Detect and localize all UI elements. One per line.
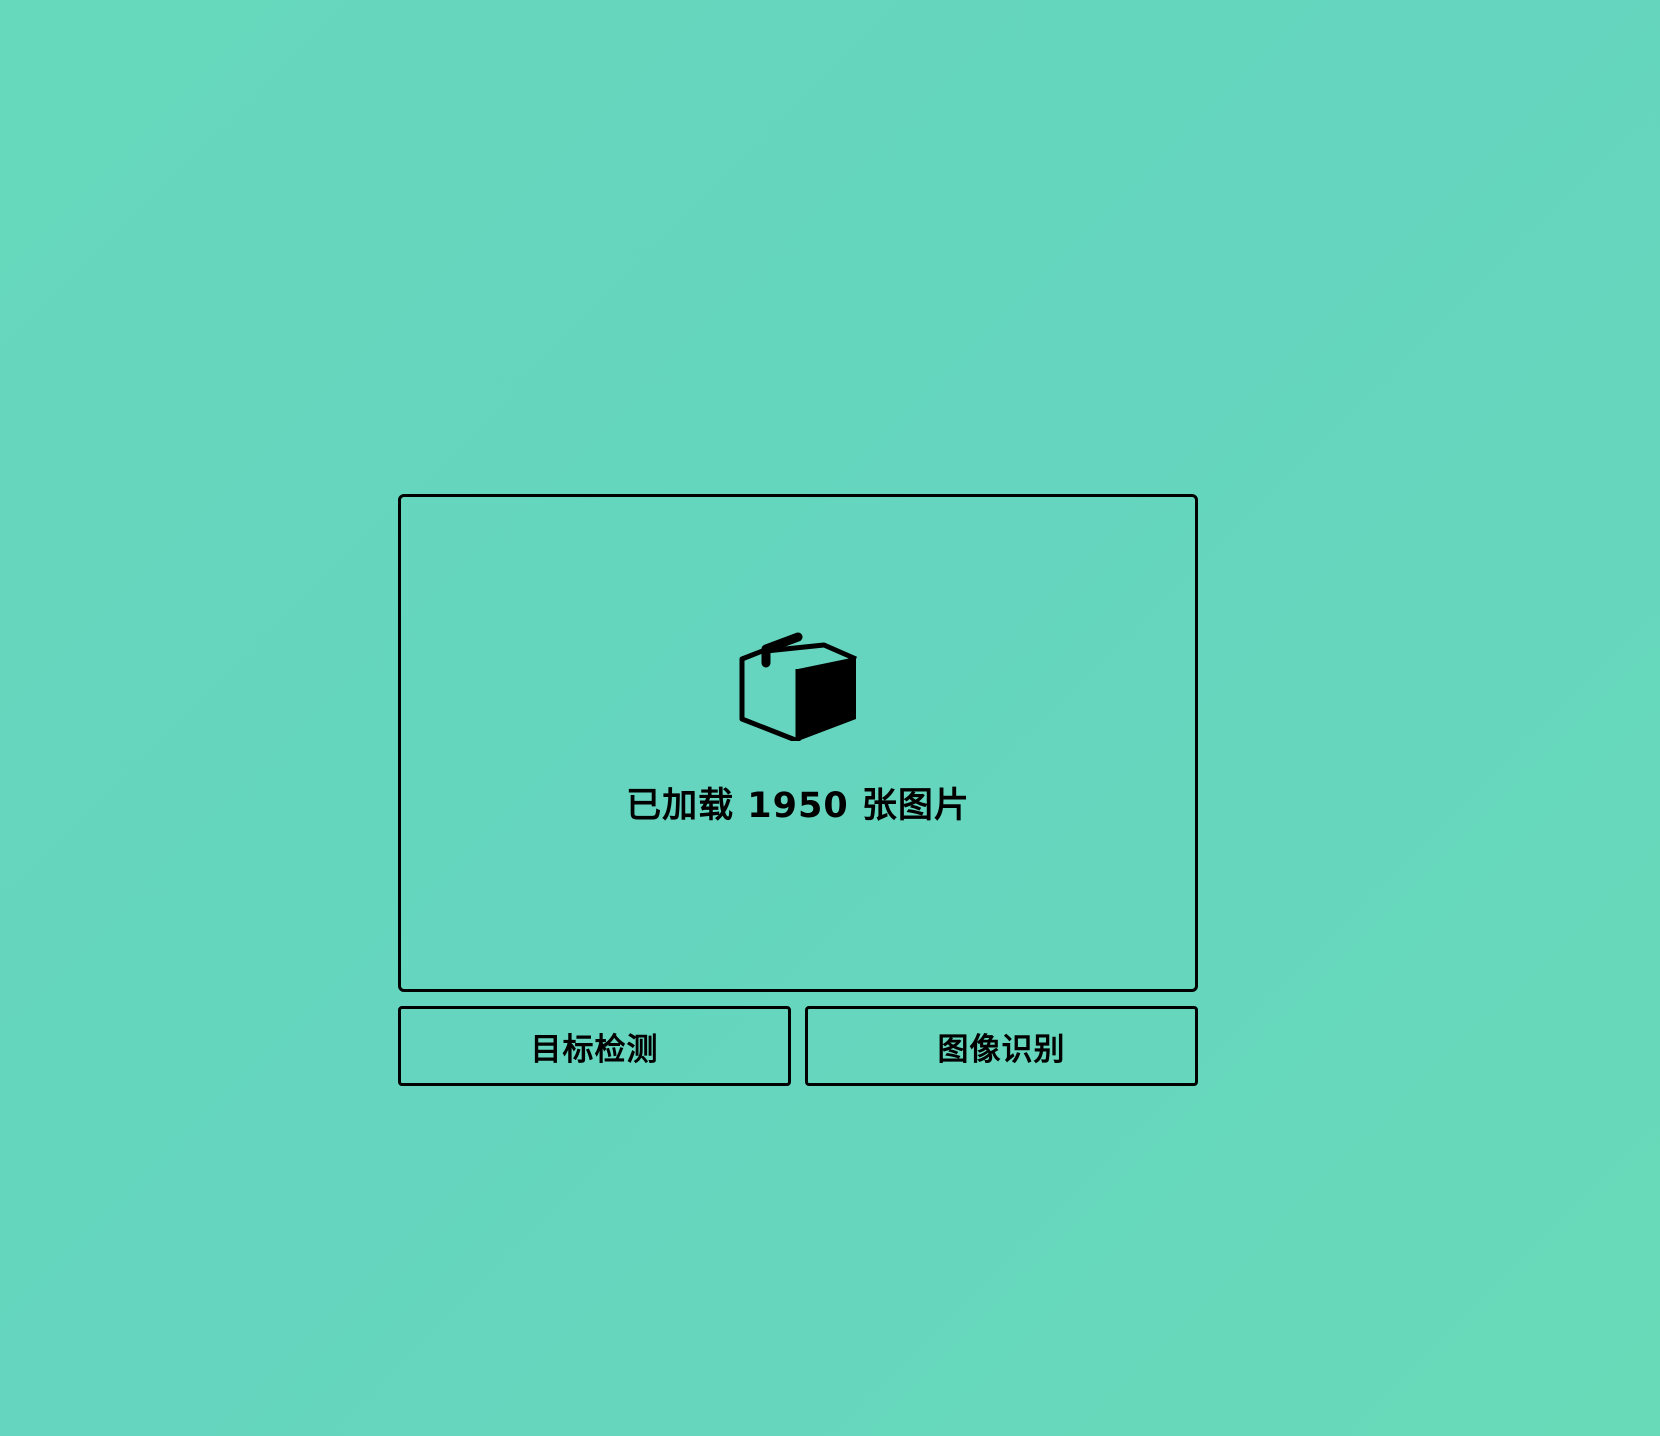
box-icon [739,632,858,741]
loaded-images-status: 已加载 1950 张图片 [626,785,970,826]
image-recognition-button[interactable]: 图像识别 [805,1006,1198,1086]
image-upload-area[interactable]: 已加载 1950 张图片 [398,494,1198,992]
object-detection-button[interactable]: 目标检测 [398,1006,791,1086]
